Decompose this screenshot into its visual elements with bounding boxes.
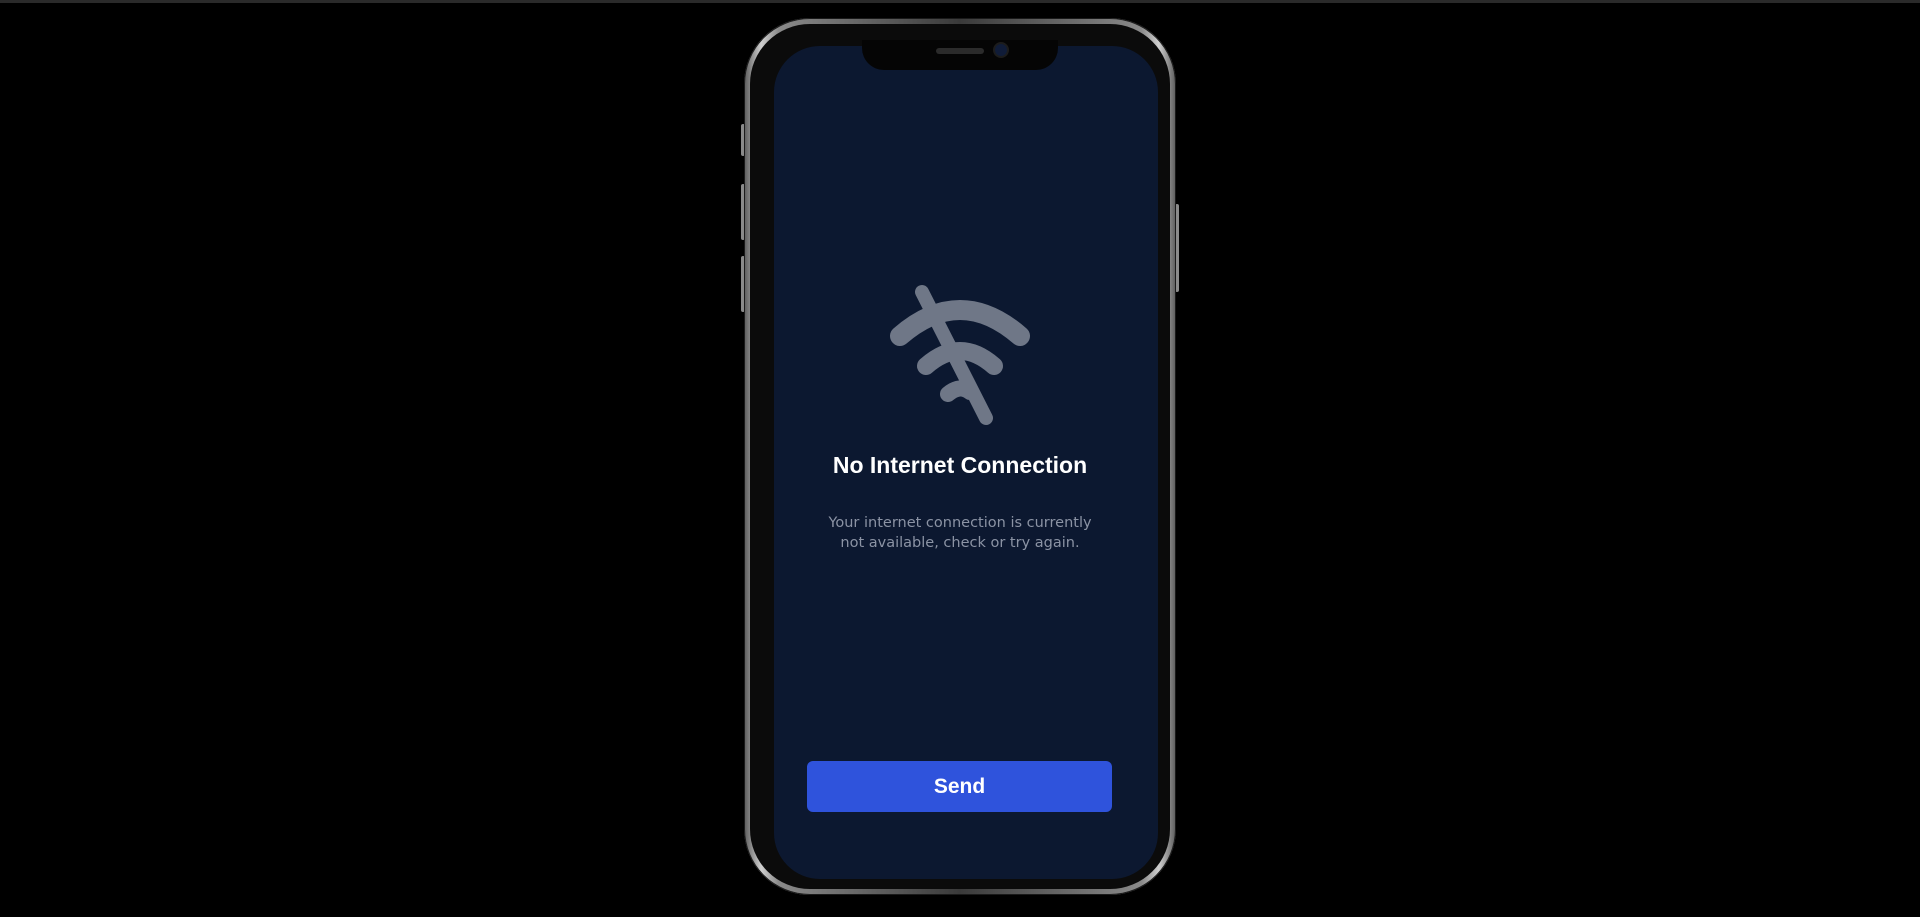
wifi-off-icon: [890, 285, 1030, 425]
error-message-line-2: not available, check or try again.: [840, 535, 1080, 551]
send-button[interactable]: Send: [807, 761, 1112, 812]
front-camera: [995, 44, 1007, 56]
device-preview-stage: No Internet Connection Your internet con…: [0, 0, 1920, 917]
phone-notch: [862, 40, 1058, 70]
page-title: No Internet Connection: [832, 452, 1088, 478]
top-divider: [0, 0, 1920, 3]
error-message-line-1: Your internet connection is currently: [828, 515, 1092, 531]
error-message: Your internet connection is currently no…: [820, 513, 1100, 553]
earpiece-speaker: [936, 48, 984, 54]
